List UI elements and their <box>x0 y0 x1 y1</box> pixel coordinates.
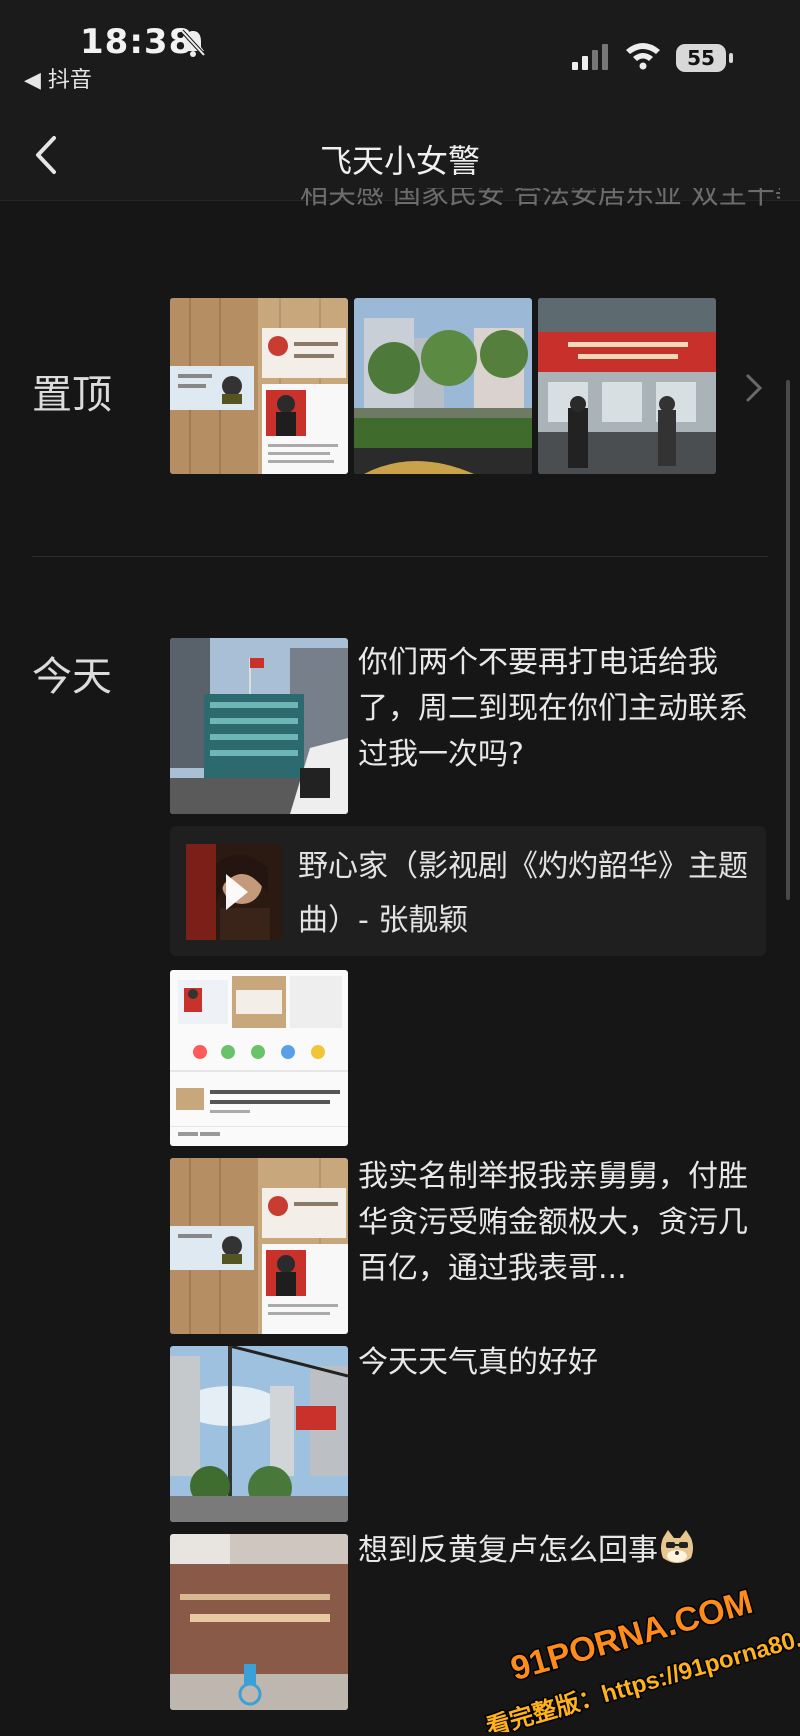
section-divider <box>32 556 768 557</box>
post-text-2[interactable]: 我实名制举报我亲舅舅，付胜华贪污受贿金额极大，贪污几百亿，通过我表哥... <box>358 1154 758 1292</box>
post-thumb-wall[interactable] <box>170 1534 348 1710</box>
battery-level: 55 <box>676 44 726 72</box>
page-title: 飞天小女警 <box>319 142 480 180</box>
back-to-app-link[interactable]: ◀ 抖音 <box>24 62 92 94</box>
pinned-thumb-office[interactable] <box>538 298 716 474</box>
today-label: 今天 <box>32 654 112 700</box>
post-text-3[interactable]: 今天天气真的好好 <box>358 1340 758 1386</box>
status-time: 18:38 <box>80 22 194 62</box>
music-card[interactable]: 野心家（影视剧《灼灼韶华》主题曲）- 张靓颖 <box>170 826 766 956</box>
scrollbar[interactable] <box>786 380 790 900</box>
watermark-overlay: 91PORNA.COM 看完整版：https://91porna80.com <box>470 1560 800 1736</box>
post-text-1[interactable]: 你们两个不要再打电话给我了，周二到现在你们主动联系过我一次吗? <box>358 640 758 778</box>
post-thumb-sky[interactable] <box>170 1346 348 1522</box>
pinned-label: 置顶 <box>32 372 112 418</box>
cutoff-bio-line: 相关感 国家民安 合法安居乐业 双主十等 <box>300 188 780 206</box>
cutoff-bio-text: 相关感 国家民安 合法安居乐业 双主十等 <box>300 188 780 206</box>
post-thumb-id-card[interactable] <box>170 1158 348 1334</box>
pinned-thumb-id-card[interactable] <box>170 298 348 474</box>
post-thumb-building[interactable] <box>170 638 348 814</box>
music-cover[interactable] <box>186 844 282 940</box>
status-bar: 18:38 ◀ 抖音 55 <box>0 0 800 110</box>
cellular-signal-icon <box>572 44 612 74</box>
watermark-text: 91PORNA.COM 看完整版：https://91porna80.com <box>482 1581 800 1736</box>
chevron-right-icon[interactable] <box>744 372 764 408</box>
music-title[interactable]: 野心家（影视剧《灼灼韶华》主题曲）- 张靓颖 <box>298 840 748 948</box>
battery-nub <box>729 53 733 63</box>
pinned-thumb-street[interactable] <box>354 298 532 474</box>
bell-muted-icon <box>178 28 208 62</box>
post-thumb-screenshot[interactable] <box>170 970 348 1146</box>
wifi-icon <box>624 40 662 74</box>
